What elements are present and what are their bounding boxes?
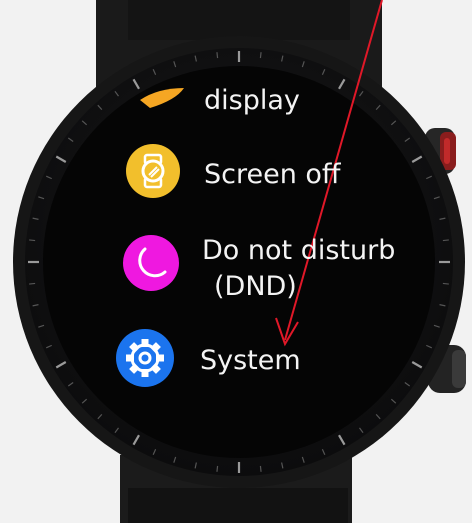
menu-item-screen-off[interactable]: Screen off	[204, 160, 341, 190]
menu-item-system[interactable]: System	[200, 346, 301, 376]
moon-icon	[123, 235, 179, 291]
bezel-tick	[259, 52, 262, 59]
menu-item-label: Do not disturb	[202, 235, 396, 266]
watch-icon	[126, 144, 180, 198]
menu-item-display[interactable]: display	[204, 86, 300, 116]
menu-item-sublabel: (DND)	[214, 271, 297, 302]
bezel-tick	[216, 52, 219, 59]
menu-item-label: Screen off	[204, 159, 341, 190]
menu-item-dnd[interactable]: Do not disturb (DND)	[202, 236, 395, 302]
menu-item-label: display	[204, 85, 300, 116]
bezel-tick	[442, 239, 449, 242]
bezel-tick	[29, 239, 36, 242]
menu-item-label: System	[200, 345, 301, 376]
bezel-tick	[216, 465, 219, 472]
bezel-tick	[259, 465, 262, 472]
gear-icon	[116, 329, 174, 387]
bezel-tick	[29, 282, 36, 285]
bezel-tick	[442, 282, 449, 285]
